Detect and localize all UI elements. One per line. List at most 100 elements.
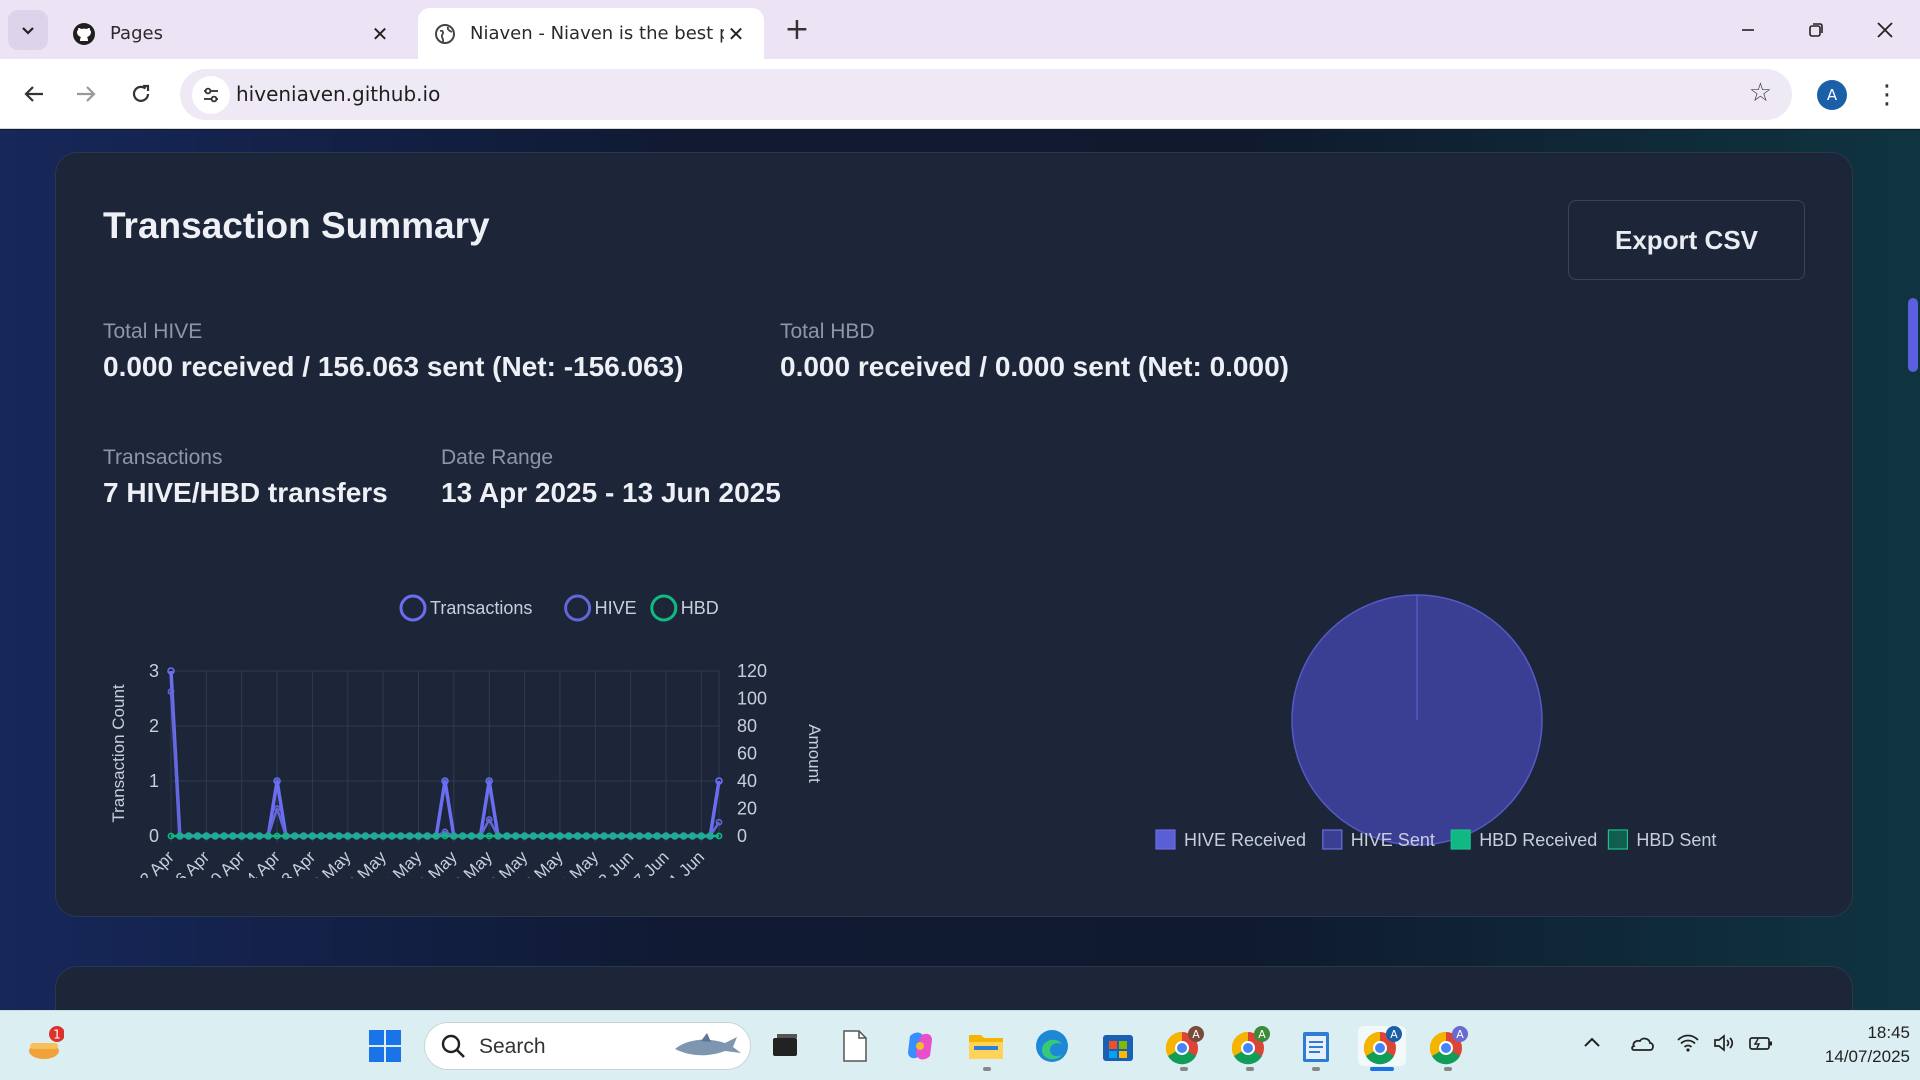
minimize-button[interactable] (1720, 10, 1776, 50)
tab-title: Pages (110, 23, 163, 44)
show-hidden-icons-chevron-up-icon[interactable] (1582, 1033, 1602, 1059)
tab-pages[interactable]: Pages ✕ (56, 8, 408, 59)
windows-taskbar: 1 Search A A A A 18:45 14/07/2025 (0, 1010, 1920, 1080)
svg-text:A: A (1456, 1028, 1464, 1041)
file-explorer-icon (969, 1035, 1003, 1059)
x-tick-label: 3 Jun (595, 847, 638, 878)
restore-button[interactable] (1788, 10, 1844, 50)
legend-swatch (564, 594, 592, 622)
running-indicator (983, 1067, 991, 1071)
back-button[interactable] (14, 74, 54, 114)
legend-item: HBD Received (1450, 829, 1597, 850)
weather-widget-icon: 1 (29, 1026, 64, 1059)
svg-text:A: A (1390, 1028, 1398, 1041)
globe-icon (435, 23, 455, 44)
bookmark-star-icon[interactable]: ☆ (1749, 78, 1772, 108)
site-info-button[interactable] (192, 76, 230, 114)
forward-button[interactable] (66, 74, 106, 114)
y-tick-label: 2 (149, 716, 159, 736)
page-scrollbar[interactable] (1908, 298, 1918, 372)
widgets-button[interactable]: 1 (24, 1026, 64, 1066)
legend-label: HIVE (595, 598, 637, 618)
legend-swatch (1155, 829, 1176, 850)
store-button[interactable] (1098, 1026, 1138, 1066)
total-hive-value: 0.000 received / 156.063 sent (Net: -156… (103, 351, 684, 382)
github-icon (73, 22, 95, 45)
y2-tick-label: 100 (737, 689, 767, 709)
legend-label: HBD Received (1479, 830, 1597, 850)
svg-text:A: A (1258, 1028, 1266, 1041)
legend-swatch (650, 594, 678, 622)
address-bar[interactable]: hiveniaven.github.io ☆ (180, 69, 1792, 120)
volume-icon[interactable] (1712, 1033, 1738, 1059)
store-icon (1103, 1035, 1133, 1061)
close-icon (1877, 22, 1893, 38)
tab-niaven[interactable]: Niaven - Niaven is the best plat ✕ (418, 8, 764, 59)
browser-menu-icon[interactable]: ⋮ (1874, 77, 1900, 113)
close-window-button[interactable] (1857, 10, 1913, 50)
legend-item: HIVE (564, 594, 637, 622)
legend-item: HBD (650, 594, 719, 622)
x-tick-label: 12 Apr (130, 847, 178, 878)
minimize-icon (1742, 29, 1754, 31)
page-viewport: Transaction Summary Export CSV Total HIV… (0, 130, 1920, 1010)
running-indicator (1312, 1067, 1320, 1071)
y-tick-label: 1 (149, 771, 159, 791)
svg-text:A: A (1192, 1028, 1200, 1041)
onedrive-cloud-icon[interactable] (1628, 1033, 1656, 1059)
windows-start-icon (369, 1030, 401, 1062)
transactions-value: 7 HIVE/HBD transfers (103, 477, 388, 508)
taskbar-search-box[interactable]: Search (424, 1022, 751, 1070)
legend-item: HBD Sent (1607, 829, 1716, 850)
hive-hbd-pie-chart: HIVE Received HIVE Sent HBD Received HBD Se… (1155, 594, 1716, 850)
system-clock[interactable]: 18:45 14/07/2025 (1790, 1021, 1910, 1069)
url-text[interactable]: hiveniaven.github.io (236, 82, 440, 106)
notepad-icon (1303, 1032, 1329, 1062)
clock-date: 14/07/2025 (1824, 1047, 1910, 1066)
legend-label: HBD (681, 598, 719, 618)
tab-strip: Pages ✕ Niaven - Niaven is the best plat… (0, 0, 1920, 59)
active-indicator (1370, 1067, 1394, 1071)
series-line-transactions (169, 670, 721, 838)
profile-avatar[interactable]: A (1817, 80, 1847, 110)
chrome-button[interactable]: A (1164, 1026, 1204, 1066)
legend-item: HIVE Received (1155, 829, 1306, 850)
close-tab-icon[interactable]: ✕ (368, 22, 392, 46)
legend-item: HIVE Sent (1322, 829, 1435, 850)
notepad-button[interactable] (1296, 1026, 1336, 1066)
notification-badge: 1 (53, 1028, 61, 1042)
transactions-line-chart: 12 Apr16 Apr20 Apr24 Apr28 Apr2 May6 May… (109, 594, 824, 878)
copilot-button[interactable] (900, 1026, 940, 1066)
new-tab-button[interactable]: + (778, 10, 816, 48)
clock-time: 18:45 (1867, 1023, 1910, 1042)
chrome-button[interactable]: A (1428, 1026, 1468, 1066)
page-title: Transaction Summary (103, 205, 490, 246)
legend-label: Transactions (430, 598, 532, 618)
chrome-active-button[interactable]: A (1358, 1026, 1406, 1066)
close-tab-icon[interactable]: ✕ (724, 22, 748, 46)
edge-button[interactable] (1032, 1026, 1072, 1066)
reload-button[interactable] (121, 74, 161, 114)
arrow-right-icon (77, 86, 96, 102)
arrow-left-icon (24, 86, 43, 102)
tab-title: Niaven - Niaven is the best plat (470, 23, 724, 44)
task-view-icon (773, 1034, 797, 1056)
tab-search-button[interactable] (8, 10, 48, 50)
task-view-button[interactable] (765, 1026, 805, 1066)
file-button[interactable] (835, 1026, 875, 1066)
chrome-button[interactable]: A (1230, 1026, 1270, 1066)
running-indicator (1246, 1067, 1254, 1071)
battery-icon[interactable] (1748, 1033, 1774, 1059)
legend-swatch (1322, 829, 1343, 850)
date-range-label: Date Range (441, 446, 554, 469)
y-axis-title: Transaction Count (109, 684, 128, 823)
legend-swatch (399, 594, 427, 622)
file-icon (843, 1030, 867, 1062)
export-csv-button[interactable]: Export CSV (1568, 200, 1805, 280)
running-indicator (1180, 1067, 1188, 1071)
total-hive-label: Total HIVE (103, 320, 203, 343)
total-hbd-label: Total HBD (780, 320, 875, 343)
start-button[interactable] (365, 1026, 405, 1066)
wifi-icon[interactable] (1676, 1033, 1700, 1059)
file-explorer-button[interactable] (966, 1026, 1006, 1066)
